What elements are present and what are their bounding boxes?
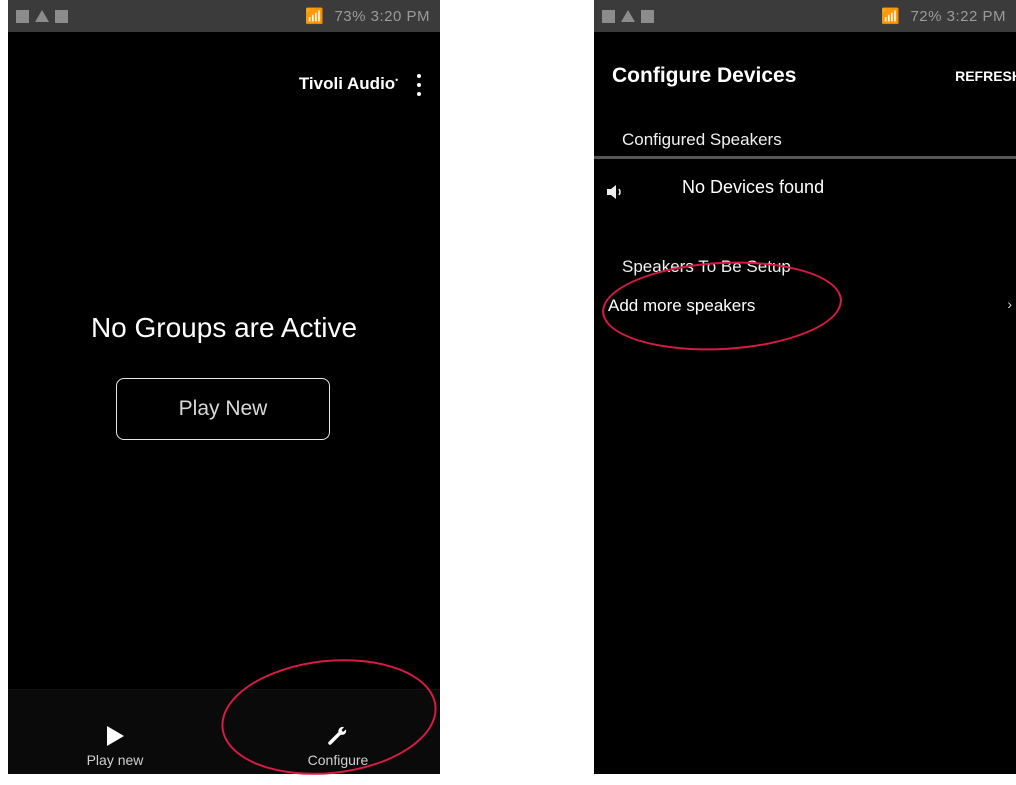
refresh-button[interactable]: REFRESH [955,68,1016,84]
brand-text: Tivoli Audio [298,74,396,93]
phone-screen-right: 📶 72% 3:22 PM Configure Devices REFRESH … [594,0,1016,774]
nav-configure[interactable]: Configure [278,724,398,768]
empty-devices-message: No Devices found [682,177,825,197]
section-header-configured: Configured Speakers [622,130,782,149]
brand-title: Tivoli Audio• [299,74,398,94]
nav-configure-label: Configure [307,752,369,768]
status-text: 72% 3:22 PM [910,7,1006,25]
chevron-right-icon[interactable]: › [1007,296,1012,312]
overflow-menu-icon[interactable] [416,74,422,96]
warning-icon [621,9,635,22]
notification-icon [602,9,615,23]
notification-icon [16,9,29,23]
notification-icon [641,9,654,23]
empty-state-message: No Groups are Active [90,312,358,343]
divider [594,156,1016,159]
signal-icon: 📶 [305,8,325,25]
add-more-speakers-item[interactable]: Add more speakers [608,296,755,316]
notification-icons [16,9,68,23]
trademark-icon: • [395,75,398,85]
nav-play-new[interactable]: Play new [68,726,162,768]
phone-screen-left: 📶 73% 3:20 PM Tivoli Audio• No Groups ar… [8,0,440,774]
status-bar: 📶 72% 3:22 PM [594,0,1016,32]
speaker-icon [607,185,621,199]
status-text: 73% 3:20 PM [334,7,430,25]
status-indicators: 📶 73% 3:20 PM [305,7,430,26]
notification-icon [55,9,68,23]
signal-icon: 📶 [881,8,901,25]
page-title: Configure Devices [612,64,797,87]
play-new-button[interactable]: Play New [116,378,330,440]
bottom-navigation: Play new Configure [8,689,440,774]
play-icon [106,726,124,746]
status-indicators: 📶 72% 3:22 PM [881,7,1006,26]
wrench-icon [328,726,347,745]
section-header-setup: Speakers To Be Setup [622,257,791,276]
nav-play-label: Play new [86,752,144,768]
warning-icon [35,9,49,22]
status-bar: 📶 73% 3:20 PM [8,0,440,32]
notification-icons [602,9,654,23]
